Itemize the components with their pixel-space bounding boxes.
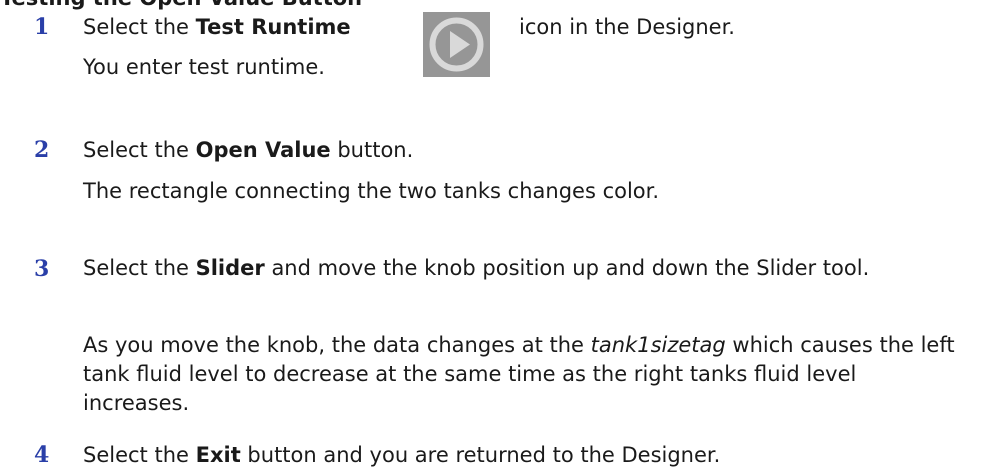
step-1-instruction: Select the Test Runtime <box>83 14 351 40</box>
step-number-2: 2 <box>34 137 50 163</box>
step-4-text-pre: Select the <box>83 443 196 467</box>
step-4-text-post: button and you are returned to the Desig… <box>240 443 721 467</box>
step-number-4: 4 <box>34 442 50 468</box>
step-1-result: You enter test runtime. <box>83 55 325 79</box>
play-icon <box>429 17 484 72</box>
step-2-text-pre: Select the <box>83 138 196 162</box>
step-2-instruction: Select the Open Value button. <box>83 137 413 163</box>
step-2-result: The rectangle connecting the two tanks c… <box>83 179 660 203</box>
step-3-text-post: and move the knob position up and down t… <box>264 256 870 280</box>
step-number-1: 1 <box>34 14 50 40</box>
step-3-ui-term: Slider <box>195 256 265 280</box>
step-1-text-pre: Select the <box>83 15 196 39</box>
test-runtime-icon <box>423 12 490 77</box>
step-3-result: As you move the knob, the data changes a… <box>83 331 963 418</box>
tag-name: tank1sizetag <box>590 333 726 357</box>
step-3-text-pre: Select the <box>83 256 196 280</box>
step-2-text-post: button. <box>330 138 414 162</box>
step-number-3: 3 <box>34 256 50 282</box>
step-1-ui-term: Test Runtime <box>195 15 351 39</box>
step-2-ui-term: Open Value <box>195 138 331 162</box>
step-3-result-pre: As you move the knob, the data changes a… <box>83 333 591 357</box>
section-heading: Testing the Open Value Button <box>0 0 362 10</box>
step-4-instruction: Select the Exit button and you are retur… <box>83 442 720 468</box>
step-1-instruction-tail: icon in the Designer. <box>519 15 735 39</box>
step-4-ui-term: Exit <box>195 443 241 467</box>
step-3-instruction: Select the Slider and move the knob posi… <box>83 254 963 283</box>
